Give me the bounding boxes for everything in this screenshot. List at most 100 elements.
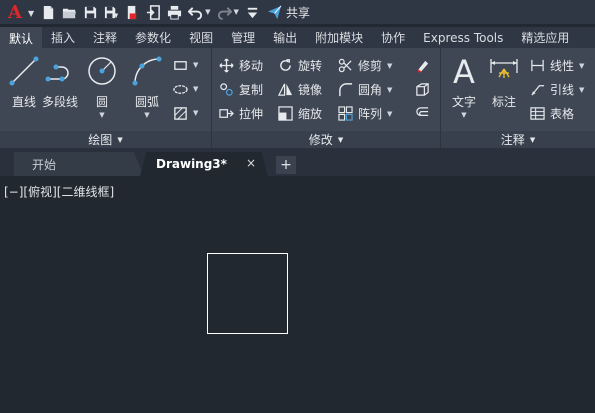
app-menu-arrow-icon[interactable]: ▼ xyxy=(28,9,34,18)
modify-panel-title[interactable]: 修改 ▼ xyxy=(212,131,440,148)
line-label: 直线 xyxy=(11,95,36,109)
trim-dropdown-icon[interactable]: ▼ xyxy=(387,62,392,70)
array-dropdown-icon[interactable]: ▼ xyxy=(387,110,392,118)
trim-label: 修剪 xyxy=(358,59,383,73)
circle-tool[interactable]: 圆 ▼ xyxy=(85,54,119,119)
tab-collaborate[interactable]: 协作 xyxy=(372,27,414,48)
viewport-controls-label[interactable]: [−][俯视][二维线框] xyxy=(4,183,114,200)
table-icon xyxy=(529,106,545,122)
tab-annotate[interactable]: 注释 xyxy=(84,27,126,48)
draw-panel-title[interactable]: 绘图 ▼ xyxy=(0,131,211,148)
text-dropdown-icon[interactable]: ▼ xyxy=(461,111,466,119)
mirror-label: 镜像 xyxy=(298,83,323,97)
hatch-tool[interactable]: ▼ xyxy=(172,105,198,121)
quick-access-toolbar: A ▼ ▼ ▼ 共享 xyxy=(0,0,595,24)
ellipse-tool[interactable]: ▼ xyxy=(172,81,198,97)
rotate-icon xyxy=(277,58,293,74)
scale-label: 缩放 xyxy=(298,107,323,121)
save-icon[interactable] xyxy=(81,3,100,21)
tab-default[interactable]: 默认 xyxy=(0,27,43,48)
text-tool[interactable]: A 文字 ▼ xyxy=(447,54,481,119)
web-mobile-icon[interactable] xyxy=(123,3,142,21)
arc-tool[interactable]: 圆弧 ▼ xyxy=(130,54,164,119)
copy-tool[interactable]: 复制 xyxy=(218,81,263,98)
table-label: 表格 xyxy=(550,107,575,121)
linear-dropdown-icon[interactable]: ▼ xyxy=(579,62,584,70)
stretch-tool[interactable]: 拉伸 xyxy=(218,105,263,122)
move-tool[interactable]: 移动 xyxy=(218,57,263,74)
hatch-dropdown-icon[interactable]: ▼ xyxy=(193,109,198,117)
leader-dropdown-icon[interactable]: ▼ xyxy=(579,86,584,94)
annotation-panel-label: 注释 xyxy=(500,133,525,147)
modify-panel-label: 修改 xyxy=(308,133,333,147)
mirror-tool[interactable]: 镜像 xyxy=(277,81,322,98)
undo-icon[interactable] xyxy=(186,3,205,21)
tab-manage[interactable]: 管理 xyxy=(222,27,264,48)
drawn-square[interactable] xyxy=(207,253,288,334)
rectangle-icon xyxy=(172,57,188,73)
new-tab-button[interactable]: + xyxy=(276,156,296,174)
tab-parametric[interactable]: 参数化 xyxy=(126,27,180,48)
drawing-tab[interactable]: Drawing3* × xyxy=(140,152,268,176)
arc-icon xyxy=(130,54,164,88)
dimension-icon xyxy=(487,54,521,88)
drawing-canvas[interactable]: [−][俯视][二维线框] xyxy=(0,176,595,413)
trim-tool[interactable]: 修剪 ▼ xyxy=(337,57,392,74)
explode-icon xyxy=(414,81,430,97)
scale-tool[interactable]: 缩放 xyxy=(277,105,322,122)
ellipse-dropdown-icon[interactable]: ▼ xyxy=(193,85,198,93)
tab-view[interactable]: 视图 xyxy=(180,27,222,48)
new-file-icon[interactable] xyxy=(39,3,58,21)
linear-tool[interactable]: 线性 ▼ xyxy=(529,57,584,74)
erase-tool[interactable] xyxy=(414,57,435,73)
ribbon-tab-bar: 默认 插入 注释 参数化 视图 管理 输出 附加模块 协作 Express To… xyxy=(0,27,595,48)
undo-dropdown-icon[interactable]: ▼ xyxy=(205,8,210,16)
offset-tool[interactable] xyxy=(414,105,435,121)
circle-dropdown-icon[interactable]: ▼ xyxy=(99,111,104,119)
print-icon[interactable] xyxy=(165,3,184,21)
fillet-tool[interactable]: 圆角 ▼ xyxy=(337,81,392,98)
redo-dropdown-icon[interactable]: ▼ xyxy=(234,8,239,16)
stretch-icon xyxy=(218,106,234,122)
tab-featured-apps[interactable]: 精选应用 xyxy=(512,27,578,48)
save-as-icon[interactable] xyxy=(102,3,121,21)
start-tab[interactable]: 开始 xyxy=(14,152,144,176)
redo-icon[interactable] xyxy=(215,3,234,21)
arc-dropdown-icon[interactable]: ▼ xyxy=(144,111,149,119)
table-tool[interactable]: 表格 xyxy=(529,105,574,122)
annotation-panel-title[interactable]: 注释 ▼ xyxy=(441,131,595,148)
tab-insert[interactable]: 插入 xyxy=(42,27,84,48)
linear-label: 线性 xyxy=(550,59,575,73)
draw-panel-label: 绘图 xyxy=(88,133,113,147)
tab-addins[interactable]: 附加模块 xyxy=(306,27,372,48)
fillet-icon xyxy=(337,82,353,98)
fillet-dropdown-icon[interactable]: ▼ xyxy=(387,86,392,94)
eraser-icon xyxy=(414,57,430,73)
share-button[interactable]: 共享 xyxy=(267,4,310,21)
polyline-tool[interactable]: 多段线 xyxy=(42,54,78,110)
circle-icon xyxy=(85,54,119,88)
explode-tool[interactable] xyxy=(414,81,435,97)
application-logo[interactable]: A xyxy=(4,1,26,23)
linear-dimension-icon xyxy=(529,58,545,74)
copy-icon xyxy=(218,82,234,98)
tab-express-tools[interactable]: Express Tools xyxy=(414,27,512,48)
array-tool[interactable]: 阵列 ▼ xyxy=(337,105,392,122)
arc-label: 圆弧 xyxy=(134,95,159,109)
modify-panel-expand-icon: ▼ xyxy=(337,135,344,144)
tab-output[interactable]: 输出 xyxy=(264,27,306,48)
import-icon[interactable] xyxy=(144,3,163,21)
rectangle-dropdown-icon[interactable]: ▼ xyxy=(193,61,198,69)
dimension-tool[interactable]: 标注 xyxy=(487,54,521,110)
line-tool[interactable]: 直线 xyxy=(7,54,41,110)
close-tab-icon[interactable]: × xyxy=(246,156,256,170)
share-label: 共享 xyxy=(285,5,310,20)
array-label: 阵列 xyxy=(358,107,383,121)
rotate-tool[interactable]: 旋转 xyxy=(277,57,322,74)
share-icon xyxy=(267,5,282,19)
open-folder-icon[interactable] xyxy=(60,3,79,21)
leader-tool[interactable]: 引线 ▼ xyxy=(529,81,584,98)
rectangle-tool[interactable]: ▼ xyxy=(172,57,198,73)
drawing-tab-label: Drawing3* xyxy=(156,157,227,171)
customize-icon[interactable] xyxy=(243,3,262,21)
